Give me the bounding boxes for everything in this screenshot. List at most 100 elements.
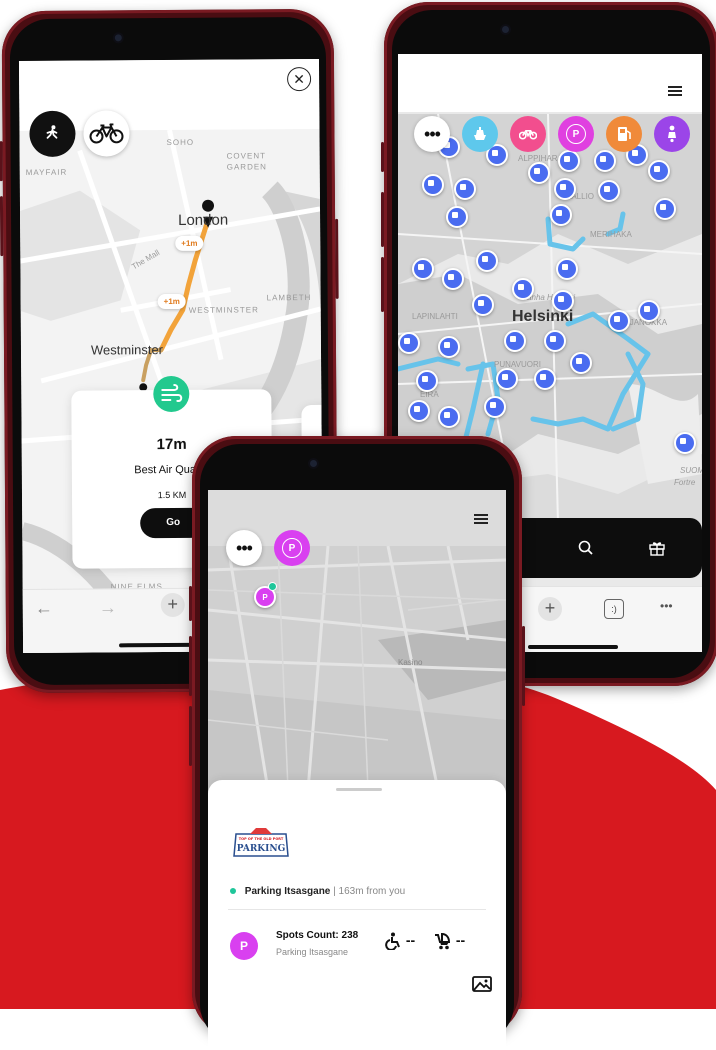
walk-icon (46, 125, 58, 139)
logo-title: PARKING (237, 844, 286, 854)
new-tab-button[interactable]: + (160, 592, 185, 618)
map-label-covent-1: COVENT (226, 151, 267, 161)
home-indicator (528, 645, 618, 649)
bus-stop-pin[interactable] (476, 250, 498, 272)
ferry-icon (474, 127, 486, 140)
map-label-westminster-area: WESTMINSTER (188, 305, 259, 315)
map-label-merihaka: MERIHAKA (590, 230, 632, 239)
air-quality-icon (153, 375, 190, 413)
bus-stop-pin[interactable] (544, 330, 566, 352)
close-button[interactable]: ✕ (287, 67, 312, 92)
stroller-value: -- (455, 932, 466, 948)
bus-stop-pin[interactable] (496, 368, 518, 390)
scooter-category-button[interactable] (654, 116, 690, 152)
ferry-category-button[interactable] (462, 116, 498, 152)
parking-logo: TOP OF THE OLD PORT PARKING (230, 826, 292, 864)
bus-stop-pin[interactable] (654, 198, 676, 220)
bus-stop-pin[interactable] (438, 406, 460, 428)
parking-icon: P (230, 932, 258, 960)
spots-count: Spots Count: 238 (276, 930, 359, 941)
bus-stop-pin[interactable] (438, 336, 460, 358)
image-icon[interactable] (472, 976, 492, 992)
more-options-button[interactable]: ••• (660, 599, 673, 613)
fuel-category-button[interactable] (606, 116, 642, 152)
fuel-icon (618, 127, 631, 141)
logo-tagline: TOP OF THE OLD PORT (239, 837, 284, 841)
bus-stop-pin[interactable] (554, 178, 576, 200)
map-label-westminster: Westminster (90, 342, 164, 358)
route-time-pill: +1m (175, 235, 204, 251)
bus-stop-pin[interactable] (528, 162, 550, 184)
search-icon[interactable] (578, 540, 594, 556)
map-label-covent-2: GARDEN (226, 162, 267, 172)
map-label-mayfair: MAYFAIR (25, 167, 68, 178)
bike-category-button[interactable] (510, 116, 546, 152)
map-label-london: London (178, 211, 229, 229)
parking-category-button[interactable]: P (274, 530, 310, 566)
tabs-button[interactable]: :) (604, 599, 624, 619)
bus-stop-pin[interactable] (408, 400, 430, 422)
parking-name-row: Parking Itsasgane | 163m from you (230, 886, 405, 897)
map-label-fortress: Fortre (674, 478, 696, 487)
bike-mode-button[interactable] (83, 110, 130, 157)
bike-icon (519, 130, 537, 140)
map-label-soho: SOHO (166, 137, 195, 148)
accessible-value: -- (405, 932, 416, 948)
bus-stop-pin[interactable] (648, 160, 670, 182)
wheelchair-icon (385, 932, 400, 952)
separator: | (333, 886, 336, 897)
map-label-lapinlahti: LAPINLAHTI (412, 312, 458, 321)
sheet-handle[interactable] (336, 788, 382, 791)
parking-icon: P (282, 538, 302, 558)
walk-mode-button[interactable] (29, 110, 76, 157)
map-label-suom: SUOM (680, 466, 702, 475)
bus-stop-pin[interactable] (534, 368, 556, 390)
stroller-icon (435, 933, 451, 950)
bus-stop-pin[interactable] (674, 432, 696, 454)
bike-icon (89, 123, 124, 144)
route-time-pill: +1m (157, 293, 186, 310)
bus-stop-pin[interactable] (570, 352, 592, 374)
parking-name: Parking Itsasgane (244, 886, 331, 897)
gift-icon[interactable] (648, 539, 666, 557)
bus-stop-pin[interactable] (454, 178, 476, 200)
more-categories-button[interactable]: ••• (414, 116, 450, 152)
bus-stop-pin[interactable] (442, 268, 464, 290)
bus-stop-pin[interactable] (412, 258, 434, 280)
divider (228, 909, 486, 910)
bus-stop-pin[interactable] (504, 330, 526, 352)
map-label-punavuori: PUNAVUORI (494, 360, 541, 369)
more-categories-button[interactable]: ••• (226, 530, 262, 566)
accessible-amenity: -- (384, 932, 416, 952)
bus-stop-pin[interactable] (558, 150, 580, 172)
bus-stop-pin[interactable] (608, 310, 630, 332)
menu-icon[interactable] (474, 512, 488, 526)
close-icon: ✕ (293, 70, 306, 87)
bus-stop-pin[interactable] (512, 278, 534, 300)
forward-arrow-icon[interactable]: → (99, 597, 117, 618)
bus-stop-pin[interactable] (472, 294, 494, 316)
bus-stop-pin[interactable] (398, 332, 420, 354)
menu-icon[interactable] (668, 84, 682, 98)
bus-stop-pin[interactable] (556, 258, 578, 280)
availability-dot (268, 582, 277, 591)
parking-category-button[interactable]: P (558, 116, 594, 152)
bus-stop-pin[interactable] (446, 206, 468, 228)
bus-stop-pin[interactable] (416, 370, 438, 392)
bus-stop-pin[interactable] (598, 180, 620, 202)
bus-stop-pin[interactable] (638, 300, 660, 322)
bus-stop-pin[interactable] (422, 174, 444, 196)
back-arrow-icon[interactable]: ← (35, 598, 53, 619)
bus-stop-pin[interactable] (594, 150, 616, 172)
bus-stop-pin[interactable] (552, 290, 574, 312)
parking-icon: P (566, 124, 586, 144)
stroller-amenity: -- (432, 932, 465, 950)
map-label-lambeth: LAMBETH (266, 293, 312, 303)
new-tab-button[interactable]: + (538, 597, 562, 621)
bus-stop-pin[interactable] (484, 396, 506, 418)
status-dot (230, 888, 236, 895)
parking-screen: Kasino P ••• P TOP OF THE OLD PORT PARKI… (208, 490, 506, 1050)
parking-distance: 163m from you (338, 886, 406, 897)
spots-subtitle: Parking Itsasgane (276, 947, 349, 957)
bus-stop-pin[interactable] (550, 204, 572, 226)
